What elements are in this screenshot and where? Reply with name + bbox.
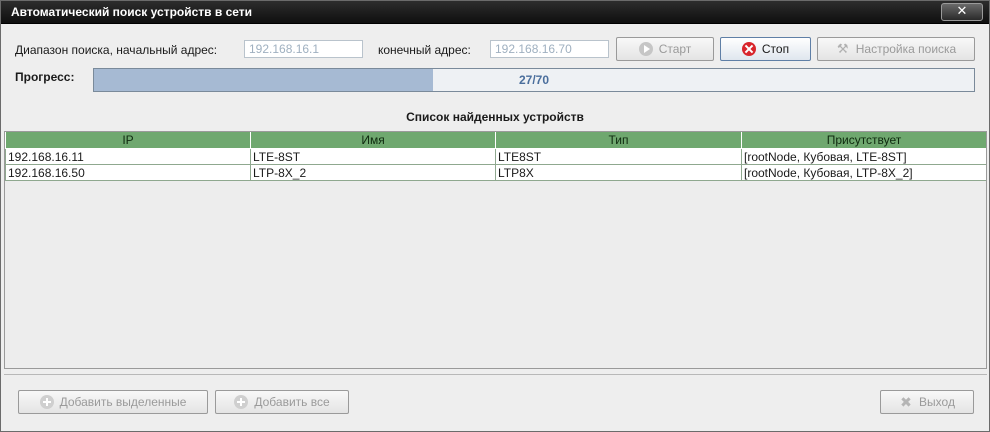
start-address-label: Диапазон поиска, начальный адрес: [15,43,218,57]
table-row[interactable]: 192.168.16.11 LTE-8ST LTE8ST [rootNode, … [5,148,986,165]
exit-button-label: Выход [919,395,955,409]
cell-ip: 192.168.16.11 [5,148,251,165]
column-header-name[interactable]: Имя [250,132,496,149]
table-row[interactable]: 192.168.16.50 LTP-8X_2 LTP8X [rootNode, … [5,164,986,181]
add-all-button[interactable]: Добавить все [215,390,349,414]
column-header-ip[interactable]: IP [5,132,251,149]
cell-present: [rootNode, Кубовая, LTE-8ST] [741,148,986,165]
cell-type: LTE8ST [495,148,742,165]
cell-name: LTP-8X_2 [250,164,496,181]
search-settings-label: Настройка поиска [855,42,957,56]
stop-button-label: Стоп [761,42,790,56]
search-settings-button[interactable]: ⚒ Настройка поиска [817,37,975,61]
add-selected-label: Добавить выделенные [59,395,187,409]
tools-icon: ⚒ [836,41,849,56]
device-search-window: Автоматический поиск устройств в сети ✕ … [0,0,990,432]
device-list-title: Список найденных устройств [406,110,584,124]
cell-ip: 192.168.16.50 [5,164,251,181]
add-selected-button[interactable]: Добавить выделенные [18,390,208,414]
close-icon: ✖ [900,394,912,410]
table-header-row: IP Имя Тип Присутствует [5,132,986,149]
stop-icon [741,42,756,56]
start-button-label: Старт [658,42,692,56]
progress-text: 27/70 [518,73,550,87]
stop-button[interactable]: Стоп [720,37,811,61]
cell-type: LTP8X [495,164,742,181]
progress-label: Прогресс: [15,70,75,84]
footer-separator [4,374,987,375]
end-address-input[interactable] [490,40,609,58]
device-table-container[interactable]: IP Имя Тип Присутствует 192.168.16.11 LT… [4,131,987,369]
close-icon: ✕ [956,4,968,19]
add-icon [234,395,249,409]
add-icon [39,395,54,409]
cell-name: LTE-8ST [250,148,496,165]
column-header-present[interactable]: Присутствует [741,132,986,149]
exit-button[interactable]: ✖ Выход [880,390,974,414]
device-table[interactable]: IP Имя Тип Присутствует 192.168.16.11 LT… [5,132,986,181]
end-address-label: конечный адрес: [378,43,471,57]
start-address-input[interactable] [244,40,363,58]
add-all-label: Добавить все [254,395,330,409]
cell-present: [rootNode, Кубовая, LTP-8X_2] [741,164,986,181]
window-title: Автоматический поиск устройств в сети [11,5,253,19]
progress-bar: 27/70 [93,68,975,92]
start-button[interactable]: Старт [616,37,714,61]
play-icon [638,42,653,56]
column-header-type[interactable]: Тип [495,132,742,149]
close-button[interactable]: ✕ [941,3,983,21]
title-bar[interactable]: Автоматический поиск устройств в сети ✕ [1,1,989,24]
